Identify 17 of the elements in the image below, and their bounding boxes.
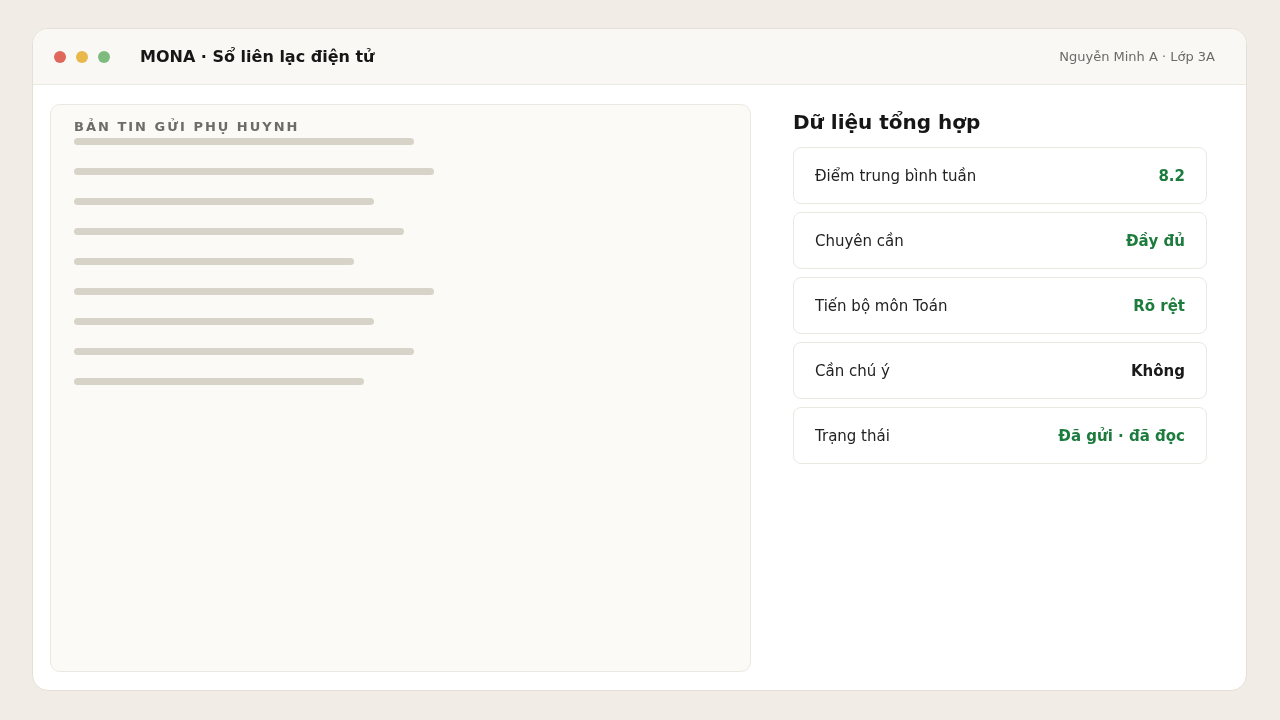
window-control-dot-icon[interactable] bbox=[76, 50, 88, 63]
window-control-dot-icon[interactable] bbox=[54, 50, 66, 63]
section-heading: Dữ liệu tổng hợp bbox=[793, 110, 981, 134]
summary-value: Không bbox=[1130, 361, 1185, 380]
summary-label: Trạng thái bbox=[815, 426, 890, 445]
summary-label: Cần chú ý bbox=[815, 361, 890, 380]
summary-value: Đã gửi · đã đọc bbox=[1058, 426, 1185, 445]
window-title: MONA · Sổ liên lạc điện tử bbox=[140, 47, 375, 66]
summary-value: Đầy đủ bbox=[1125, 231, 1185, 250]
summary-value: 8.2 bbox=[1158, 166, 1185, 185]
summary-label: Tiến bộ môn Toán bbox=[815, 296, 948, 315]
summary-label: Điểm trung bình tuần bbox=[815, 166, 977, 185]
summary-label: Chuyên cần bbox=[815, 231, 904, 250]
student-info: Nguyễn Minh A · Lớp 3A bbox=[1059, 49, 1215, 64]
window-control-dot-icon[interactable] bbox=[98, 50, 110, 63]
panel-heading: BẢN TIN GỬI PHỤ HUYNH bbox=[74, 119, 300, 134]
summary-value: Rõ rệt bbox=[1133, 296, 1185, 315]
